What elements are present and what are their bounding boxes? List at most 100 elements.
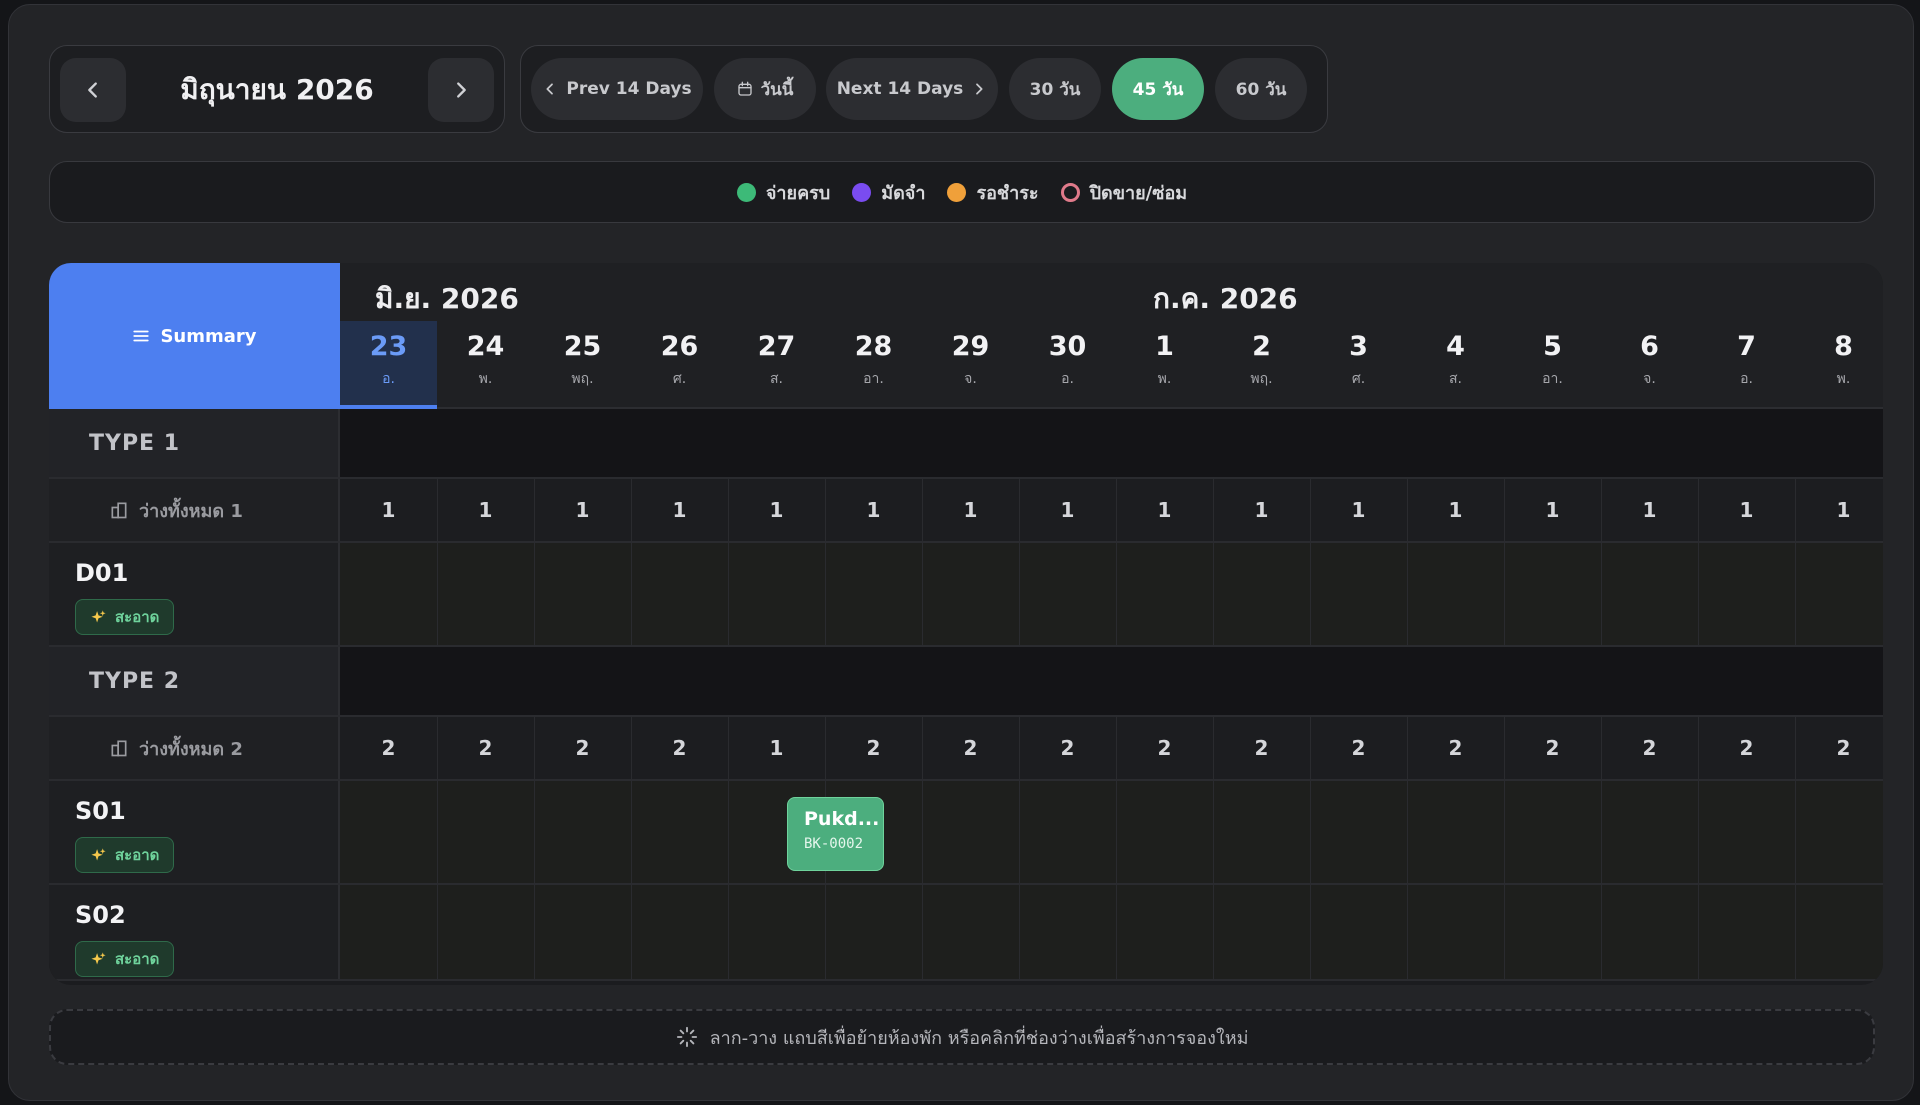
empty-booking-cell[interactable] — [1019, 781, 1116, 883]
empty-booking-cell[interactable] — [1795, 885, 1883, 979]
empty-booking-cell[interactable] — [631, 543, 728, 645]
empty-booking-cell[interactable] — [437, 885, 534, 979]
empty-booking-cell[interactable] — [1698, 781, 1795, 883]
empty-booking-cell[interactable] — [534, 543, 631, 645]
empty-booking-cell[interactable] — [340, 543, 437, 645]
empty-booking-cell[interactable] — [1019, 543, 1116, 645]
empty-booking-cell[interactable] — [631, 781, 728, 883]
day-weekday: พ. — [1157, 371, 1172, 387]
empty-booking-cell[interactable] — [1213, 543, 1310, 645]
empty-booking-cell[interactable] — [1795, 543, 1883, 645]
day-header-3[interactable]: 26 ศ. — [631, 321, 728, 409]
empty-booking-cell[interactable] — [1019, 885, 1116, 979]
day-weekday: อ. — [382, 371, 395, 387]
day-header-5[interactable]: 28 อา. — [825, 321, 922, 409]
day-header-11[interactable]: 4 ส. — [1407, 321, 1504, 409]
day-header-6[interactable]: 29 จ. — [922, 321, 1019, 409]
availability-count: 1 — [1545, 498, 1560, 522]
empty-booking-cell[interactable] — [922, 781, 1019, 883]
room-type-row: TYPE 2 — [49, 647, 1883, 717]
legend-label: มัดจำ — [881, 182, 926, 204]
empty-booking-cell[interactable] — [1407, 543, 1504, 645]
empty-booking-cell[interactable] — [825, 885, 922, 979]
booking-guest-name: Pukd... — [804, 808, 880, 830]
range-30-days-button[interactable]: 30 วัน — [1009, 58, 1101, 120]
empty-booking-cell[interactable] — [1698, 543, 1795, 645]
empty-booking-cell[interactable] — [1504, 885, 1601, 979]
empty-booking-cell[interactable] — [1116, 543, 1213, 645]
empty-booking-cell[interactable] — [631, 885, 728, 979]
clean-status-text: สะอาด — [115, 846, 160, 864]
prev-month-button[interactable] — [60, 58, 126, 122]
availability-count: 1 — [1254, 498, 1269, 522]
day-header-14[interactable]: 7 อ. — [1698, 321, 1795, 409]
day-header-8[interactable]: 1 พ. — [1116, 321, 1213, 409]
day-weekday: พ. — [1836, 371, 1851, 387]
range-45-days-button[interactable]: 45 วัน — [1112, 58, 1204, 120]
availability-count: 1 — [769, 498, 784, 522]
day-number: 6 — [1640, 331, 1659, 362]
empty-booking-cell[interactable] — [1310, 781, 1407, 883]
chevron-left-icon — [88, 82, 97, 98]
empty-booking-cell[interactable] — [922, 885, 1019, 979]
day-header-9[interactable]: 2 พฤ. — [1213, 321, 1310, 409]
today-label: วันนี้ — [760, 79, 794, 100]
booking-bar[interactable]: Pukd... BK-0002 — [787, 797, 884, 871]
empty-booking-cell[interactable] — [1116, 781, 1213, 883]
booking-grid: Summary มิ.ย. 2026 ก.ค. 2026 23 อ. 24 พ. 25 พ… — [49, 263, 1883, 985]
availability-count: 1 — [1739, 498, 1754, 522]
empty-booking-cell[interactable] — [340, 885, 437, 979]
empty-booking-cell[interactable] — [1310, 543, 1407, 645]
empty-booking-cell[interactable] — [437, 543, 534, 645]
day-header-15[interactable]: 8 พ. — [1795, 321, 1883, 409]
next-month-button[interactable] — [428, 58, 494, 122]
availability-count: 2 — [1836, 736, 1851, 760]
day-number: 30 — [1048, 331, 1087, 362]
next-14-days-button[interactable]: Next 14 Days — [826, 58, 998, 120]
clean-status-badge[interactable]: สะอาด — [75, 837, 175, 873]
status-legend: จ่ายครบ มัดจำ รอชำระ ปิดขาย/ซ่อม — [49, 161, 1875, 223]
legend-deposit: มัดจำ — [852, 178, 925, 207]
room-name: S02 — [75, 901, 126, 929]
empty-booking-cell[interactable] — [1407, 885, 1504, 979]
empty-booking-cell[interactable] — [1504, 543, 1601, 645]
empty-booking-cell[interactable] — [1698, 885, 1795, 979]
empty-booking-cell[interactable] — [534, 885, 631, 979]
clean-status-badge[interactable]: สะอาด — [75, 941, 175, 977]
range-60-days-button[interactable]: 60 วัน — [1215, 58, 1307, 120]
empty-booking-cell[interactable] — [1213, 781, 1310, 883]
empty-booking-cell[interactable] — [1310, 885, 1407, 979]
day-header-7[interactable]: 30 อ. — [1019, 321, 1116, 409]
day-weekday: จ. — [964, 371, 977, 387]
day-header-10[interactable]: 3 ศ. — [1310, 321, 1407, 409]
empty-booking-cell[interactable] — [1213, 885, 1310, 979]
day-header-2[interactable]: 25 พฤ. — [534, 321, 631, 409]
availability-count: 2 — [672, 736, 687, 760]
empty-booking-cell[interactable] — [728, 885, 825, 979]
empty-booking-cell[interactable] — [340, 781, 437, 883]
empty-booking-cell[interactable] — [534, 781, 631, 883]
day-header-13[interactable]: 6 จ. — [1601, 321, 1698, 409]
empty-booking-cell[interactable] — [1601, 781, 1698, 883]
empty-booking-cell[interactable] — [922, 543, 1019, 645]
empty-booking-cell[interactable] — [1601, 885, 1698, 979]
day-header-1[interactable]: 24 พ. — [437, 321, 534, 409]
booking-id: BK-0002 — [804, 836, 864, 852]
clean-status-badge[interactable]: สะอาด — [75, 599, 175, 635]
today-button[interactable]: วันนี้ — [714, 58, 816, 120]
empty-booking-cell[interactable] — [1504, 781, 1601, 883]
empty-booking-cell[interactable] — [1795, 781, 1883, 883]
summary-button[interactable]: Summary — [49, 263, 340, 409]
empty-booking-cell[interactable] — [437, 781, 534, 883]
empty-booking-cell[interactable] — [728, 543, 825, 645]
prev-14-days-button[interactable]: Prev 14 Days — [531, 58, 703, 120]
day-header-12[interactable]: 5 อา. — [1504, 321, 1601, 409]
day-header-0[interactable]: 23 อ. — [340, 321, 437, 409]
empty-booking-cell[interactable] — [1407, 781, 1504, 883]
empty-booking-cell[interactable] — [825, 543, 922, 645]
empty-booking-cell[interactable] — [1116, 885, 1213, 979]
room-label-cell: D01 สะอาด — [49, 543, 340, 645]
availability-count: 1 — [575, 498, 590, 522]
day-header-4[interactable]: 27 ส. — [728, 321, 825, 409]
empty-booking-cell[interactable] — [1601, 543, 1698, 645]
